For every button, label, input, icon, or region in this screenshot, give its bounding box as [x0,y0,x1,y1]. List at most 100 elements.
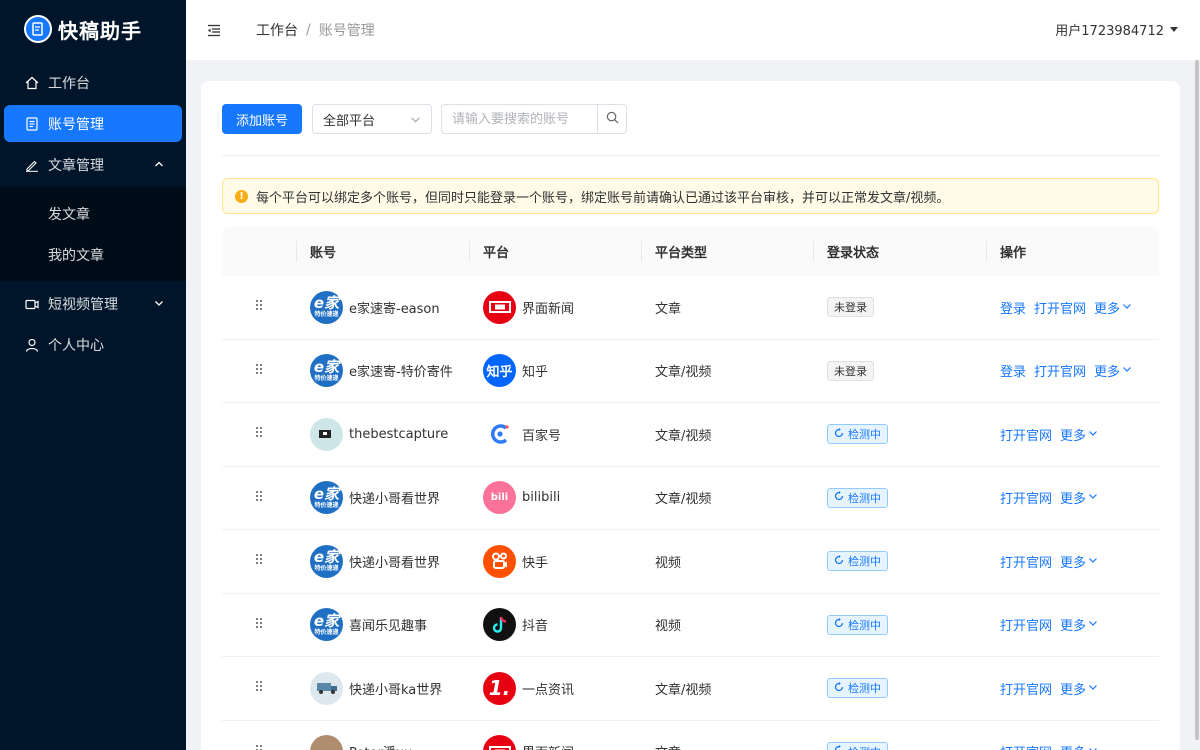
status-cell: 检测中 [813,403,986,466]
action-open-site-link[interactable]: 打开官网 [1000,552,1052,571]
action-label: 更多 [1060,742,1086,750]
action-open-site-link[interactable]: 打开官网 [1034,361,1086,380]
header-platform: 平台 [469,227,641,276]
action-more-link[interactable]: 更多 [1060,425,1098,444]
action-more-link[interactable]: 更多 [1060,615,1098,634]
account-name: 快递小哥看世界 [349,492,441,508]
drag-cell [222,657,296,720]
action-more-link[interactable]: 更多 [1060,742,1098,750]
action-label: 更多 [1060,555,1087,571]
drag-handle-icon[interactable] [255,553,263,569]
account-cell: e家 特价速递 e家速寄-eason [296,276,469,339]
table-row: e家 特价速递 快递小哥看世界 bili bilibili 文章/视频 检测中 打开官网 更多 [222,467,1159,530]
action-more-link[interactable]: 更多 [1060,552,1098,571]
action-open-site-link[interactable]: 打开官网 [1000,615,1052,634]
home-icon [24,75,40,91]
header-actions: 操作 [986,227,1159,276]
platform-name: 一点资讯 [522,682,575,698]
chevron-down-icon [1088,554,1098,569]
avatar: e家 特价速递 [310,481,343,515]
avatar: e家 特价速递 [310,608,343,642]
jiemian-logo-icon [483,735,516,750]
kuaishou-logo-icon [483,544,516,578]
status-cell: 未登录 [813,340,986,403]
table-header: 账号 平台 平台类型 登录状态 操作 [222,227,1159,276]
status-text: 未登录 [834,301,867,315]
action-more-link[interactable]: 更多 [1094,361,1132,380]
action-open-site-link[interactable]: 打开官网 [1000,742,1052,750]
sidebar-item-post-article[interactable]: 发文章 [4,195,182,232]
drag-handle-icon[interactable] [255,744,263,750]
loading-icon [834,554,844,568]
platform-name: 抖音 [522,619,549,635]
action-login-link[interactable]: 登录 [1000,361,1026,380]
document-logo-icon [24,15,52,43]
status-badge: 检测中 [827,678,888,699]
drag-cell [222,276,296,339]
platform-cell: 界面新闻 [469,721,641,750]
sidebar-item-accounts[interactable]: 账号管理 [4,105,182,142]
alert-text: 每个平台可以绑定多个账号，但同时只能登录一个账号，绑定账号前请确认已通过该平台审… [256,190,950,206]
status-text: 检测中 [848,428,881,442]
drag-handle-icon[interactable] [255,426,263,442]
drag-handle-icon[interactable] [255,363,263,379]
action-open-site-link[interactable]: 打开官网 [1034,298,1086,317]
page-scrollbar[interactable] [1194,60,1200,750]
platform-type-cell: 视频 [641,530,813,593]
chevron-down-icon [1088,617,1098,632]
caret-down-icon [1170,27,1178,32]
app-logo[interactable]: 快稿助手 [0,0,186,58]
avatar: e家 特价速递 [310,354,343,388]
action-more-link[interactable]: 更多 [1060,488,1098,507]
drag-handle-icon[interactable] [255,617,263,633]
actions-cell: 登录 打开官网 更多 [986,276,1159,339]
status-text: 未登录 [834,364,867,378]
add-account-button[interactable]: 添加账号 [222,104,303,134]
sidebar-item-workbench[interactable]: 工作台 [4,64,182,101]
sidebar-item-label: 个人中心 [48,337,104,354]
platform-type-cell: 文章/视频 [641,467,813,530]
douyin-logo-icon [483,608,516,642]
avatar: e家 特价速递 [310,290,343,324]
action-open-site-link[interactable]: 打开官网 [1000,679,1052,698]
platform-cell: 知乎 知乎 [469,340,641,403]
avatar: e家 特价速递 [310,544,343,578]
search-input[interactable] [441,104,598,134]
status-text: 检测中 [848,682,881,696]
action-label: 打开官网 [1034,301,1087,317]
drag-handle-icon[interactable] [255,680,263,696]
platform-select[interactable]: 全部平台 [312,104,433,134]
platform-type: 视频 [655,619,682,635]
sidebar-item-articles[interactable]: 文章管理 [4,146,182,183]
sidebar-item-my-articles[interactable]: 我的文章 [4,236,182,273]
action-open-site-link[interactable]: 打开官网 [1000,425,1052,444]
warning-icon: ! [235,189,248,203]
action-login-link[interactable]: 登录 [1000,298,1026,317]
table-row: thebestcapture 百家号 文章/视频 检测中 打开官网 更多 [222,403,1159,467]
table-row: e家 特价速递 e家速寄-eason 界面新闻 文章 未登录 登录 打开官网 更多 [222,276,1159,340]
drag-cell [222,721,296,750]
sidebar-item-short-video[interactable]: 短视频管理 [4,285,182,322]
header-account: 账号 [296,227,469,276]
scrollbar-thumb[interactable] [1195,60,1199,740]
drag-handle-icon[interactable] [255,490,263,506]
sidebar-item-profile[interactable]: 个人中心 [4,326,182,363]
accounts-table: 账号 平台 平台类型 登录状态 操作 e家 特价速递 e家速寄-eason 界面新闻文… [222,227,1159,750]
user-menu[interactable]: 用户1723984712 [1055,20,1178,39]
platform-type-cell: 文章 [641,721,813,750]
breadcrumb-home[interactable]: 工作台 [256,20,298,40]
status-cell: 检测中 [813,721,986,750]
action-more-link[interactable]: 更多 [1094,298,1132,317]
search-button[interactable] [597,104,628,134]
account-search [441,104,628,134]
action-more-link[interactable]: 更多 [1060,679,1098,698]
drag-handle-icon[interactable] [255,299,263,315]
actions-cell: 打开官网更多 [986,594,1159,657]
menu-fold-icon[interactable] [206,22,222,38]
status-badge: 检测中 [827,424,888,445]
action-open-site-link[interactable]: 打开官网 [1000,488,1052,507]
account-cell: e家 特价速递 快递小哥看世界 [296,530,469,593]
status-cell: 检测中 [813,467,986,530]
baijiahao-logo-icon [483,417,516,451]
content-card: 添加账号 全部平台 ! 每个平台可以绑定多个账号，但同时只能登录一个账号，绑定账… [201,81,1180,750]
